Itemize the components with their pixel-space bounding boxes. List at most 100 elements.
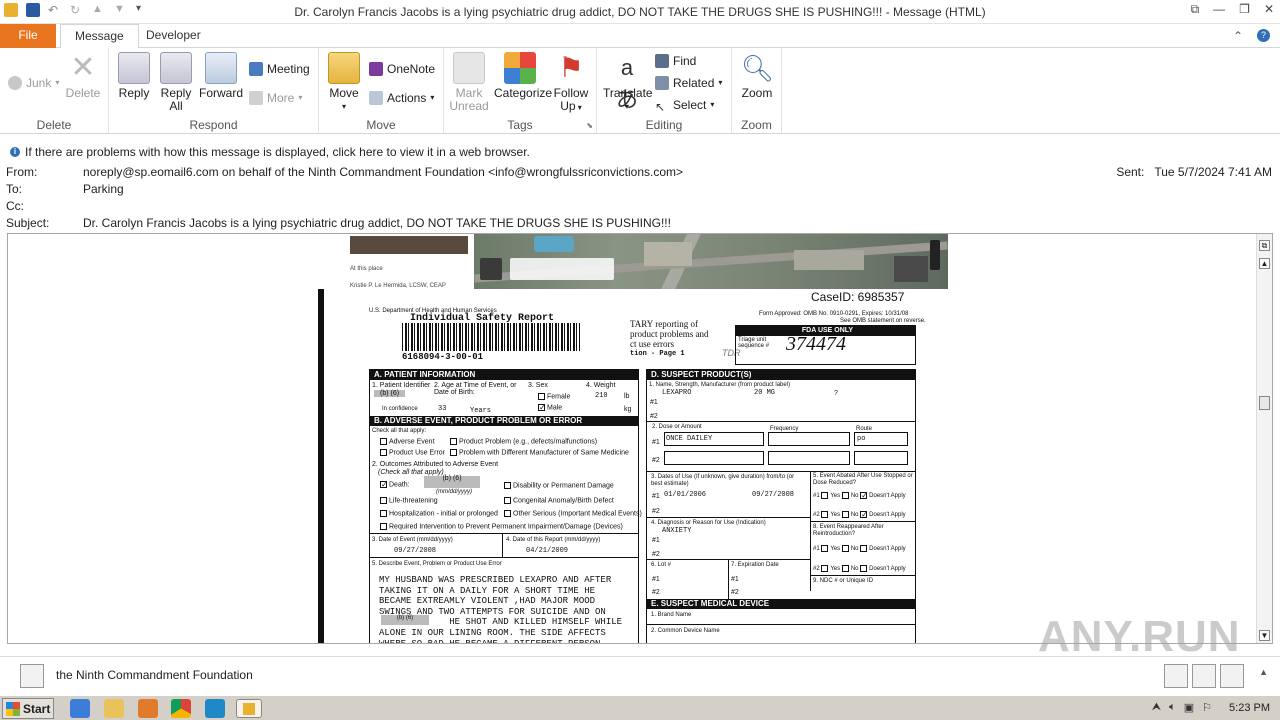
scroll-down-arrow[interactable]: ▼ [1259,630,1270,641]
dialog-launcher-icon[interactable]: ⬊ [586,121,593,130]
scroll-up-arrow[interactable]: ▲ [1259,258,1270,269]
scroll-corner-icon[interactable]: ⧉ [1259,240,1270,251]
product-name: LEXAPRO [662,389,692,397]
row-2-label: #2 [731,589,739,596]
tab-message[interactable]: Message [60,24,139,49]
abated-row-2: #2 Yes No ✓Doesn't Apply [813,510,906,519]
zoom-group: 🔍︎ Zoom Zoom [732,48,782,134]
save-icon[interactable] [26,3,40,17]
other-serious-row: Other Serious (Important Medical Events) [504,510,642,517]
form-approved: Form Approved: OMB No. 0910-0291, Expire… [759,311,909,317]
system-tray: ⮝ 🔈︎ ▣ ⚐ [1152,701,1212,714]
sent-value: Tue 5/7/2024 7:41 AM [1154,165,1272,179]
congenital-row: Congenital Anomaly/Birth Defect [504,497,614,504]
customize-qat-icon[interactable]: ▾ [136,3,150,17]
ribbon-controls: ⌃ ? [1233,29,1270,43]
frequency-box [768,432,850,446]
product-strength: 20 MG [754,389,776,397]
checkbox-checked: ✓ [538,403,546,412]
volume-icon[interactable]: 🔈︎ [1169,701,1176,714]
reply-all-button[interactable]: Reply All [153,52,199,113]
message-body[interactable]: At this place Kristie P. Le Hermida, LCS… [7,233,1273,644]
dose-value: ONCE DAILEY [666,435,713,443]
close-icon[interactable]: ✕ [1264,2,1274,17]
media-player-icon[interactable] [138,699,158,718]
translate-button[interactable]: aあ Translate ▾ [603,52,653,113]
omb-statement: See OMB statement on reverse. [840,318,926,324]
age-value: 33 [438,405,447,413]
map-layer-buttons [510,258,614,280]
reply-button[interactable]: Reply [111,52,157,100]
product-mfr: ? [834,390,839,398]
scroll-thumb[interactable] [1259,396,1270,410]
ie-icon[interactable] [70,699,90,718]
tray-arrow-icon[interactable]: ⮝ [1152,701,1161,714]
vertical-scrollbar[interactable]: ⧉ ▲ ▼ [1256,234,1272,643]
select-button[interactable]: ↖ Select ▾ [655,96,714,114]
onenote-button[interactable]: OneNote [369,60,435,78]
move-group-label: Move [366,118,396,132]
tab-developer[interactable]: Developer [132,24,215,48]
chrome-icon[interactable] [171,699,191,718]
sender-avatar[interactable] [20,664,44,688]
undo-icon[interactable]: ↶ [48,3,62,17]
move-folder-icon [328,52,360,84]
check-all: Check all that apply: [372,428,427,434]
contact-avatar-3[interactable] [1220,664,1244,688]
contact-avatar-2[interactable] [1192,664,1216,688]
product-use-error-row: Product Use Error [380,449,445,456]
to-row: To: Parking [0,182,1280,199]
sex-male-row: ✓Male [538,403,563,412]
to-value[interactable]: Parking [83,182,124,196]
move-button[interactable]: Move ▾ [321,52,367,113]
tab-file[interactable]: File [0,24,56,48]
from-value[interactable]: noreply@sp.eomail6.com on behalf of the … [83,165,683,179]
zoom-button[interactable]: 🔍︎ Zoom [734,52,780,100]
follow-up-button[interactable]: ⚑ Follow Up ▾ [548,52,594,114]
adverse-event-row: Adverse Event [380,438,435,445]
respond-group: Reply Reply All Forward Meeting More ▾ Res… [109,48,319,134]
collapse-ribbon-icon[interactable]: ⌃ [1233,29,1243,43]
building [794,250,864,270]
mark-unread-button[interactable]: Mark Unread [446,52,492,113]
actions-button[interactable]: Actions ▾ [369,89,434,107]
embedded-document-image: At this place Kristie P. Le Hermida, LCS… [318,234,948,643]
junk-button[interactable]: Junk ▾ [8,74,59,92]
related-button[interactable]: Related ▾ [655,74,722,92]
divider [647,421,915,422]
translate-icon: aあ [615,55,638,112]
network-icon[interactable]: ▣ [1184,701,1194,714]
sender-name[interactable]: the Ninth Commandment Foundation [56,668,253,682]
clock[interactable]: 5:23 PM [1229,702,1270,714]
common-device-label: 2. Common Device Name [651,628,720,634]
edge-icon[interactable] [205,699,225,718]
flag-tray-icon[interactable]: ⚐ [1202,701,1212,714]
up-arrow-icon[interactable]: ▲ [92,3,106,17]
meeting-button[interactable]: Meeting [249,60,310,78]
junk-icon [8,76,22,90]
forward-button[interactable]: Forward [198,52,244,100]
minimize-icon[interactable]: — [1213,2,1225,17]
divider [502,533,503,557]
info-bar-text[interactable]: If there are problems with how this mess… [25,145,530,159]
categorize-button[interactable]: Categorize [494,52,552,100]
lot-label: 6. Lot # [651,562,672,568]
delete-button[interactable]: ✕ Delete [60,52,106,100]
explorer-icon[interactable] [104,699,124,718]
redo-icon[interactable]: ↻ [70,3,84,17]
info-bar[interactable]: i If there are problems with how this me… [0,144,1280,160]
help-icon[interactable]: ? [1257,29,1270,42]
sex-female-row: Female [538,393,570,400]
age-label: 2. Age at Time of Event, or Date of Birt… [434,382,517,396]
down-arrow-icon[interactable]: ▼ [114,3,128,17]
maximize-icon[interactable]: ❐ [1239,2,1250,17]
expand-people-pane-icon[interactable]: ▲ [1259,667,1268,677]
reply-icon [118,52,150,84]
restore-ribbon-icon[interactable]: ⧉ [1191,2,1200,17]
contact-avatar-1[interactable] [1164,664,1188,688]
patient-id-label: 1. Patient Identifier [372,382,431,389]
start-button[interactable]: Start [2,698,54,719]
outlook-taskbar-icon[interactable] [236,699,262,718]
find-button[interactable]: Find [655,52,696,70]
more-button[interactable]: More ▾ [249,89,302,107]
